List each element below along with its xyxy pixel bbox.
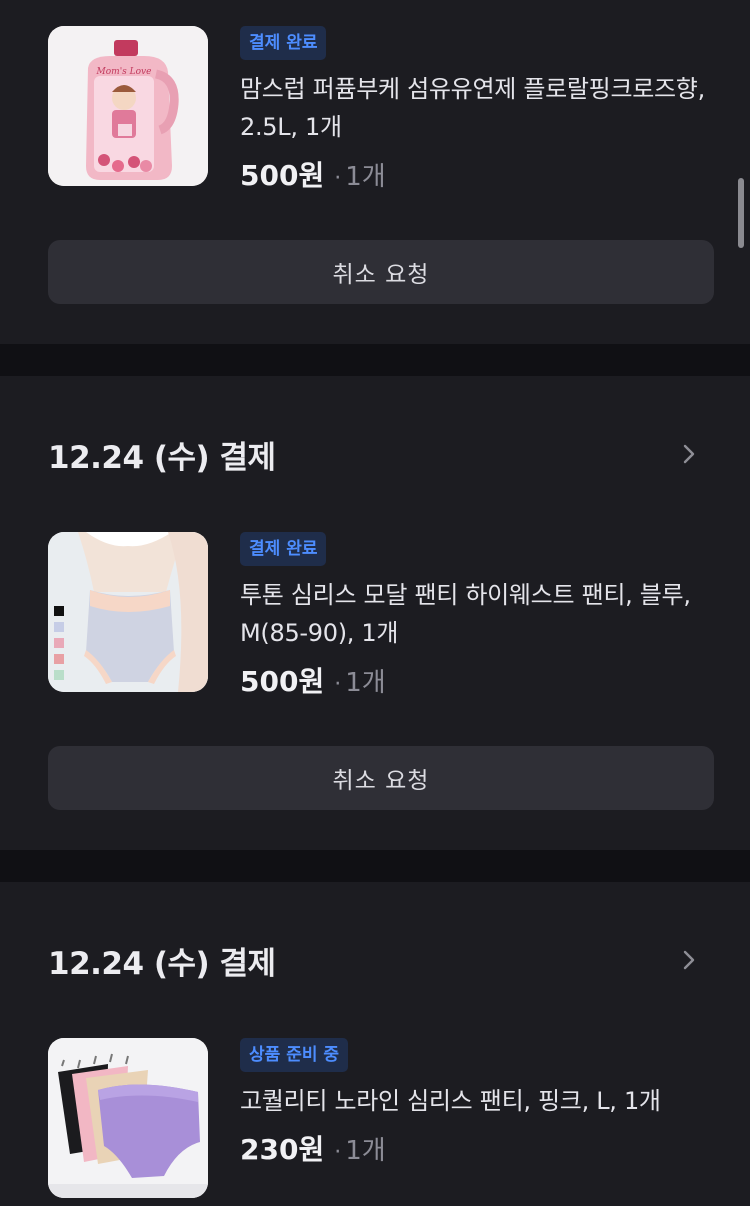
product-image[interactable]	[48, 532, 208, 692]
brand-logo-text: Mom's Love	[96, 67, 152, 77]
order-item[interactable]: 결제 완료 투톤 심리스 모달 팬티 하이웨스트 팬티, 블루, M(85-90…	[48, 532, 714, 698]
order-item[interactable]: 상품 준비 중 고퀄리티 노라인 심리스 팬티, 핑크, L, 1개 230원 …	[48, 1038, 714, 1198]
product-image[interactable]	[48, 1038, 208, 1198]
product-title-line: 고퀄리티 노라인 심리스 팬티, 핑크, L, 1개	[240, 1087, 661, 1115]
status-badge: 결제 완료	[240, 532, 327, 566]
product-title-line: 투톤 심리스 모달 팬티 하이웨스트 팬티, 블루,	[240, 581, 691, 609]
price-row: 500원 · 1개	[240, 660, 714, 700]
product-title-line: 맘스럽 퍼퓸부케 섬유유연제 플로랄핑크로즈향,	[240, 75, 705, 103]
price: 500원	[240, 665, 325, 698]
status-badge: 결제 완료	[240, 26, 327, 60]
chevron-right-icon[interactable]	[676, 947, 702, 973]
cancel-request-button[interactable]: 취소 요청	[48, 746, 714, 810]
item-info: 결제 완료 투톤 심리스 모달 팬티 하이웨스트 팬티, 블루, M(85-90…	[240, 532, 714, 700]
cancel-request-button[interactable]: 취소 요청	[48, 240, 714, 304]
order-card: 12.24 (수) 결제 상품 준비 중 고퀄리티 노라인 심리스 팬티, 핑크…	[0, 882, 750, 1206]
price-row: 230원 · 1개	[240, 1128, 714, 1168]
order-item[interactable]: Mom's Love 결제 완료 맘스럽 퍼퓸부케 섬유유연제 플로랄핑크로즈향…	[48, 26, 714, 192]
product-title[interactable]: 맘스럽 퍼퓸부케 섬유유연제 플로랄핑크로즈향, 2.5L, 1개	[240, 70, 714, 146]
panties-set-photo-icon	[48, 1038, 208, 1198]
status-badge: 상품 준비 중	[240, 1038, 349, 1072]
item-info: 상품 준비 중 고퀄리티 노라인 심리스 팬티, 핑크, L, 1개 230원 …	[240, 1038, 714, 1168]
order-card: 12.24 (수) 결제 결제 완료 투톤 심리스 모달 팬티 하이웨스트 팬티…	[0, 376, 750, 850]
order-date-header[interactable]: 12.24 (수) 결제	[48, 434, 702, 476]
panties-photo-icon	[48, 532, 208, 692]
fabric-softener-bottle-icon: Mom's Love	[48, 26, 208, 186]
price-row: 500원 · 1개	[240, 154, 714, 194]
order-date-header[interactable]: 12.24 (수) 결제	[48, 940, 702, 982]
order-date-title: 12.24 (수) 결제	[48, 439, 276, 476]
product-title-line: M(85-90), 1개	[240, 619, 399, 647]
price: 230원	[240, 1133, 325, 1166]
separator-dot: ·	[334, 166, 342, 191]
item-info: 결제 완료 맘스럽 퍼퓸부케 섬유유연제 플로랄핑크로즈향, 2.5L, 1개 …	[240, 26, 714, 194]
price: 500원	[240, 159, 325, 192]
scrollbar-thumb[interactable]	[738, 178, 744, 248]
separator-dot: ·	[334, 672, 342, 697]
order-card: Mom's Love 결제 완료 맘스럽 퍼퓸부케 섬유유연제 플로랄핑크로즈향…	[0, 0, 750, 344]
quantity: 1개	[345, 668, 386, 698]
product-image[interactable]: Mom's Love	[48, 26, 208, 186]
quantity: 1개	[345, 1136, 386, 1166]
quantity: 1개	[345, 162, 386, 192]
product-title-line: 2.5L, 1개	[240, 113, 342, 141]
chevron-right-icon[interactable]	[676, 441, 702, 467]
product-title[interactable]: 투톤 심리스 모달 팬티 하이웨스트 팬티, 블루, M(85-90), 1개	[240, 576, 714, 652]
separator-dot: ·	[334, 1140, 342, 1165]
product-title[interactable]: 고퀄리티 노라인 심리스 팬티, 핑크, L, 1개	[240, 1082, 714, 1120]
order-date-title: 12.24 (수) 결제	[48, 945, 276, 982]
